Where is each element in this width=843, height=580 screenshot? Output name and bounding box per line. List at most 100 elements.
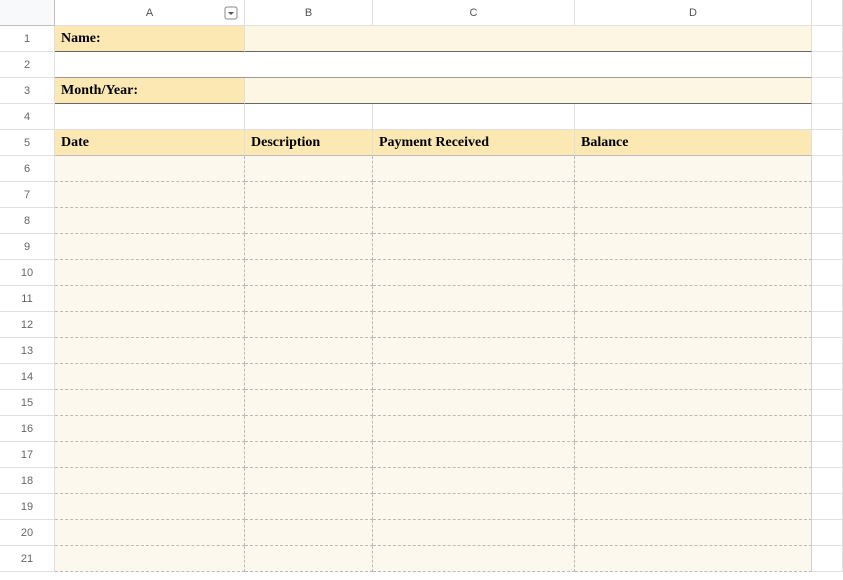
data-cell-balance[interactable] bbox=[575, 546, 812, 572]
empty-cell[interactable] bbox=[812, 520, 843, 546]
data-cell-description[interactable] bbox=[245, 364, 373, 390]
data-cell-date[interactable] bbox=[55, 234, 245, 260]
data-cell-payment_received[interactable] bbox=[373, 546, 575, 572]
data-cell-payment_received[interactable] bbox=[373, 182, 575, 208]
col-header-a[interactable]: A bbox=[55, 0, 245, 26]
empty-cell[interactable] bbox=[812, 546, 843, 572]
data-cell-description[interactable] bbox=[245, 416, 373, 442]
data-cell-description[interactable] bbox=[245, 442, 373, 468]
data-cell-payment_received[interactable] bbox=[373, 156, 575, 182]
empty-cell[interactable] bbox=[812, 494, 843, 520]
row-header-11[interactable]: 11 bbox=[0, 286, 55, 312]
col-header-e[interactable] bbox=[812, 0, 843, 26]
data-cell-date[interactable] bbox=[55, 416, 245, 442]
data-cell-date[interactable] bbox=[55, 182, 245, 208]
data-cell-description[interactable] bbox=[245, 260, 373, 286]
data-cell-payment_received[interactable] bbox=[373, 208, 575, 234]
data-cell-description[interactable] bbox=[245, 156, 373, 182]
data-cell-payment_received[interactable] bbox=[373, 416, 575, 442]
row-header-19[interactable]: 19 bbox=[0, 494, 55, 520]
empty-cell[interactable] bbox=[812, 26, 843, 52]
row-header-15[interactable]: 15 bbox=[0, 390, 55, 416]
data-cell-balance[interactable] bbox=[575, 234, 812, 260]
empty-cell[interactable] bbox=[812, 390, 843, 416]
header-balance[interactable]: Balance bbox=[575, 130, 812, 156]
data-cell-date[interactable] bbox=[55, 260, 245, 286]
empty-cell[interactable] bbox=[812, 364, 843, 390]
empty-cell[interactable] bbox=[812, 416, 843, 442]
data-cell-description[interactable] bbox=[245, 338, 373, 364]
cell-d4[interactable] bbox=[575, 104, 812, 130]
row-header-16[interactable]: 16 bbox=[0, 416, 55, 442]
data-cell-description[interactable] bbox=[245, 234, 373, 260]
data-cell-balance[interactable] bbox=[575, 338, 812, 364]
data-cell-payment_received[interactable] bbox=[373, 520, 575, 546]
cell-c4[interactable] bbox=[373, 104, 575, 130]
data-cell-description[interactable] bbox=[245, 286, 373, 312]
row-header-3[interactable]: 3 bbox=[0, 78, 55, 104]
data-cell-payment_received[interactable] bbox=[373, 494, 575, 520]
name-label-cell[interactable]: Name: bbox=[55, 26, 245, 52]
data-cell-payment_received[interactable] bbox=[373, 442, 575, 468]
data-cell-date[interactable] bbox=[55, 208, 245, 234]
row-header-20[interactable]: 20 bbox=[0, 520, 55, 546]
row-header-10[interactable]: 10 bbox=[0, 260, 55, 286]
select-all-corner[interactable] bbox=[0, 0, 55, 26]
name-value-cell[interactable] bbox=[245, 26, 812, 52]
data-cell-description[interactable] bbox=[245, 312, 373, 338]
empty-cell[interactable] bbox=[812, 78, 843, 104]
month-year-value-cell[interactable] bbox=[245, 78, 812, 104]
data-cell-balance[interactable] bbox=[575, 416, 812, 442]
empty-cell[interactable] bbox=[812, 130, 843, 156]
col-header-b[interactable]: B bbox=[245, 0, 373, 26]
col-header-c[interactable]: C bbox=[373, 0, 575, 26]
data-cell-description[interactable] bbox=[245, 390, 373, 416]
empty-cell[interactable] bbox=[812, 182, 843, 208]
empty-cell[interactable] bbox=[812, 208, 843, 234]
col-header-d[interactable]: D bbox=[575, 0, 812, 26]
data-cell-description[interactable] bbox=[245, 208, 373, 234]
empty-cell[interactable] bbox=[812, 468, 843, 494]
empty-cell[interactable] bbox=[812, 312, 843, 338]
empty-cell[interactable] bbox=[812, 104, 843, 130]
row-header-2[interactable]: 2 bbox=[0, 52, 55, 78]
data-cell-balance[interactable] bbox=[575, 156, 812, 182]
data-cell-balance[interactable] bbox=[575, 364, 812, 390]
row-header-6[interactable]: 6 bbox=[0, 156, 55, 182]
data-cell-date[interactable] bbox=[55, 286, 245, 312]
row-header-13[interactable]: 13 bbox=[0, 338, 55, 364]
data-cell-date[interactable] bbox=[55, 468, 245, 494]
data-cell-date[interactable] bbox=[55, 520, 245, 546]
data-cell-date[interactable] bbox=[55, 364, 245, 390]
row-header-18[interactable]: 18 bbox=[0, 468, 55, 494]
row-header-1[interactable]: 1 bbox=[0, 26, 55, 52]
empty-cell[interactable] bbox=[812, 442, 843, 468]
data-cell-payment_received[interactable] bbox=[373, 364, 575, 390]
data-cell-payment_received[interactable] bbox=[373, 286, 575, 312]
row-header-5[interactable]: 5 bbox=[0, 130, 55, 156]
data-cell-description[interactable] bbox=[245, 494, 373, 520]
empty-cell[interactable] bbox=[812, 286, 843, 312]
data-cell-payment_received[interactable] bbox=[373, 260, 575, 286]
spacer-row-2[interactable] bbox=[55, 52, 812, 78]
cell-b4[interactable] bbox=[245, 104, 373, 130]
data-cell-payment_received[interactable] bbox=[373, 338, 575, 364]
data-cell-payment_received[interactable] bbox=[373, 468, 575, 494]
data-cell-balance[interactable] bbox=[575, 312, 812, 338]
data-cell-balance[interactable] bbox=[575, 208, 812, 234]
row-header-14[interactable]: 14 bbox=[0, 364, 55, 390]
row-header-7[interactable]: 7 bbox=[0, 182, 55, 208]
data-cell-balance[interactable] bbox=[575, 494, 812, 520]
data-cell-balance[interactable] bbox=[575, 182, 812, 208]
data-cell-date[interactable] bbox=[55, 546, 245, 572]
data-cell-balance[interactable] bbox=[575, 286, 812, 312]
data-cell-date[interactable] bbox=[55, 156, 245, 182]
data-cell-date[interactable] bbox=[55, 442, 245, 468]
row-header-9[interactable]: 9 bbox=[0, 234, 55, 260]
empty-cell[interactable] bbox=[812, 52, 843, 78]
month-year-label-cell[interactable]: Month/Year: bbox=[55, 78, 245, 104]
cell-a4[interactable] bbox=[55, 104, 245, 130]
data-cell-date[interactable] bbox=[55, 312, 245, 338]
row-header-8[interactable]: 8 bbox=[0, 208, 55, 234]
row-header-12[interactable]: 12 bbox=[0, 312, 55, 338]
